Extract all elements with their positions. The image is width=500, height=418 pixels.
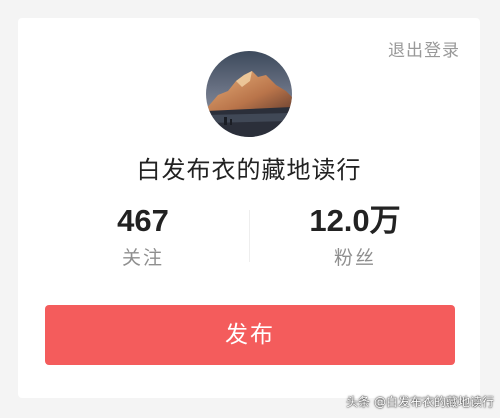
following-label: 关注 — [121, 247, 164, 269]
following-stat[interactable]: 467 关注 — [63, 201, 223, 271]
stats-divider — [249, 210, 250, 262]
username: 白发布衣的藏地读行 — [136, 156, 362, 184]
logout-link[interactable]: 退出登录 — [388, 36, 460, 61]
profile-card: 退出登录 白发布衣的藏地读行 467 关注 12.0万 粉丝 发布 — [18, 18, 480, 398]
avatar-image — [206, 51, 292, 137]
followers-stat[interactable]: 12.0万 粉丝 — [275, 201, 435, 271]
avatar[interactable] — [206, 51, 292, 137]
followers-count: 12.0万 — [309, 203, 401, 238]
followers-label: 粉丝 — [333, 247, 376, 269]
following-count: 467 — [117, 203, 169, 238]
watermark: 头条 @白发布衣的藏地读行 — [346, 395, 494, 409]
publish-button[interactable]: 发布 — [45, 305, 455, 365]
